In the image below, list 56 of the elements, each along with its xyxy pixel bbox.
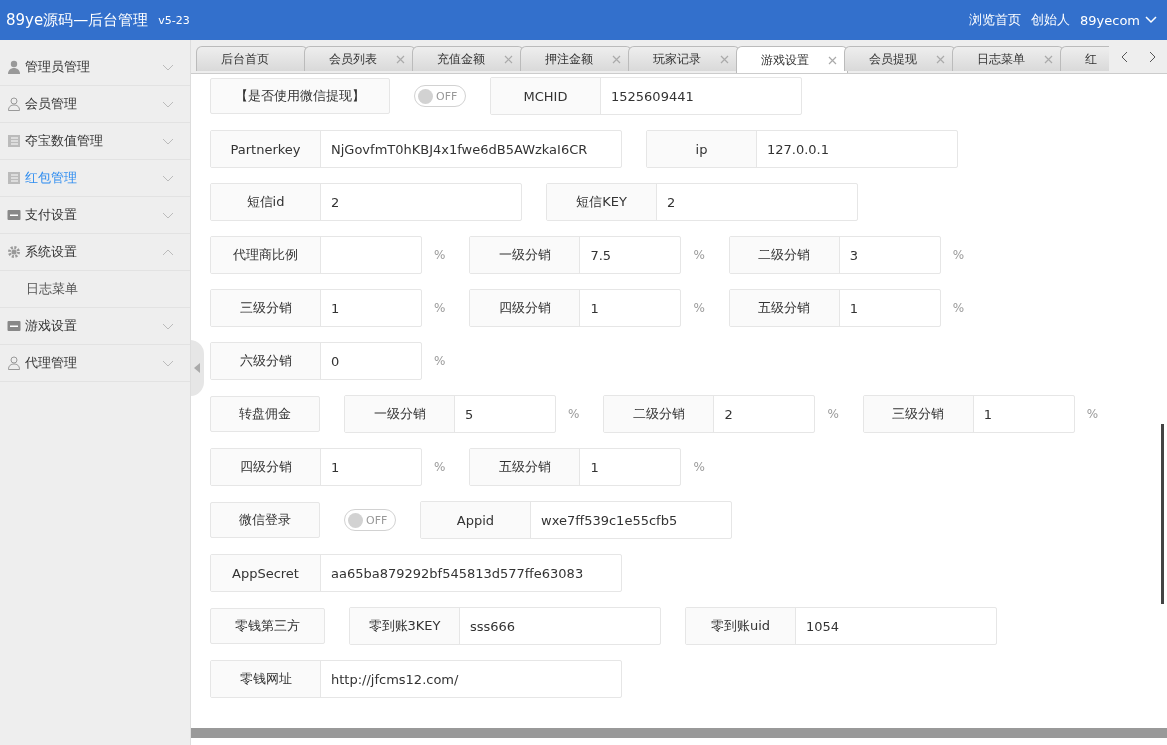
app-title: 89ye源码—后台管理 bbox=[6, 10, 149, 30]
unit-label: % bbox=[1086, 407, 1099, 421]
form-label: 【是否使用微信提现】 bbox=[210, 78, 390, 114]
collapse-handle[interactable] bbox=[191, 340, 204, 396]
close-icon[interactable] bbox=[720, 54, 729, 64]
user-icon bbox=[7, 356, 21, 370]
form-label: 零钱第三方 bbox=[210, 608, 325, 644]
chevron-left-icon[interactable] bbox=[1119, 51, 1128, 63]
scrollbar[interactable] bbox=[1161, 424, 1164, 604]
list-icon bbox=[7, 171, 21, 185]
unit-label: % bbox=[568, 407, 580, 421]
user-icon bbox=[7, 60, 21, 74]
form-label: 微信登录 bbox=[210, 502, 320, 538]
unit-label: % bbox=[693, 460, 705, 474]
close-icon[interactable] bbox=[1044, 54, 1053, 64]
chevron-down-icon bbox=[1145, 16, 1157, 24]
unit-label: % bbox=[693, 248, 705, 262]
header-link[interactable]: 创始人 bbox=[1031, 11, 1070, 29]
card-icon bbox=[7, 208, 21, 222]
unit-label: % bbox=[693, 301, 705, 315]
unit-label: % bbox=[434, 460, 446, 474]
close-icon[interactable] bbox=[936, 54, 945, 64]
unit-label: % bbox=[952, 248, 965, 262]
chevron-down-icon bbox=[162, 100, 174, 108]
unit-label: % bbox=[434, 354, 446, 368]
unit-label: % bbox=[434, 248, 446, 262]
chevron-down-icon bbox=[162, 211, 174, 219]
triangle-left-icon bbox=[194, 363, 200, 373]
scrollbar[interactable] bbox=[191, 728, 1167, 738]
sidebar-item[interactable]: 夺宝数值管理 bbox=[0, 123, 190, 160]
chevron-down-icon bbox=[162, 63, 174, 71]
header-link[interactable]: 浏览首页 bbox=[969, 11, 1021, 29]
user-menu[interactable]: 89yecom bbox=[1080, 12, 1157, 28]
tab[interactable]: 游戏设置 bbox=[736, 46, 848, 73]
version-label: v5-23 bbox=[158, 13, 190, 27]
unit-label: % bbox=[434, 301, 446, 315]
chevron-right-icon[interactable] bbox=[1148, 51, 1157, 63]
close-icon[interactable] bbox=[396, 54, 405, 64]
chevron-down-icon bbox=[162, 359, 174, 367]
tab[interactable]: 红 bbox=[1060, 46, 1109, 71]
chevron-up-icon bbox=[162, 248, 174, 256]
chevron-down-icon bbox=[162, 322, 174, 330]
unit-label: % bbox=[827, 407, 839, 421]
gear-icon bbox=[7, 245, 21, 259]
card-icon bbox=[7, 319, 21, 333]
tab[interactable]: 会员列表 bbox=[304, 46, 416, 71]
user-icon bbox=[7, 97, 21, 111]
close-icon[interactable] bbox=[828, 55, 837, 65]
list-icon bbox=[7, 134, 21, 148]
form-label: 转盘佣金 bbox=[210, 396, 320, 432]
unit-label: % bbox=[952, 301, 965, 315]
chevron-down-icon bbox=[162, 174, 174, 182]
close-icon[interactable] bbox=[612, 54, 621, 64]
chevron-down-icon bbox=[162, 137, 174, 145]
tab[interactable]: 会员提现 bbox=[844, 46, 956, 71]
close-icon[interactable] bbox=[504, 54, 513, 64]
